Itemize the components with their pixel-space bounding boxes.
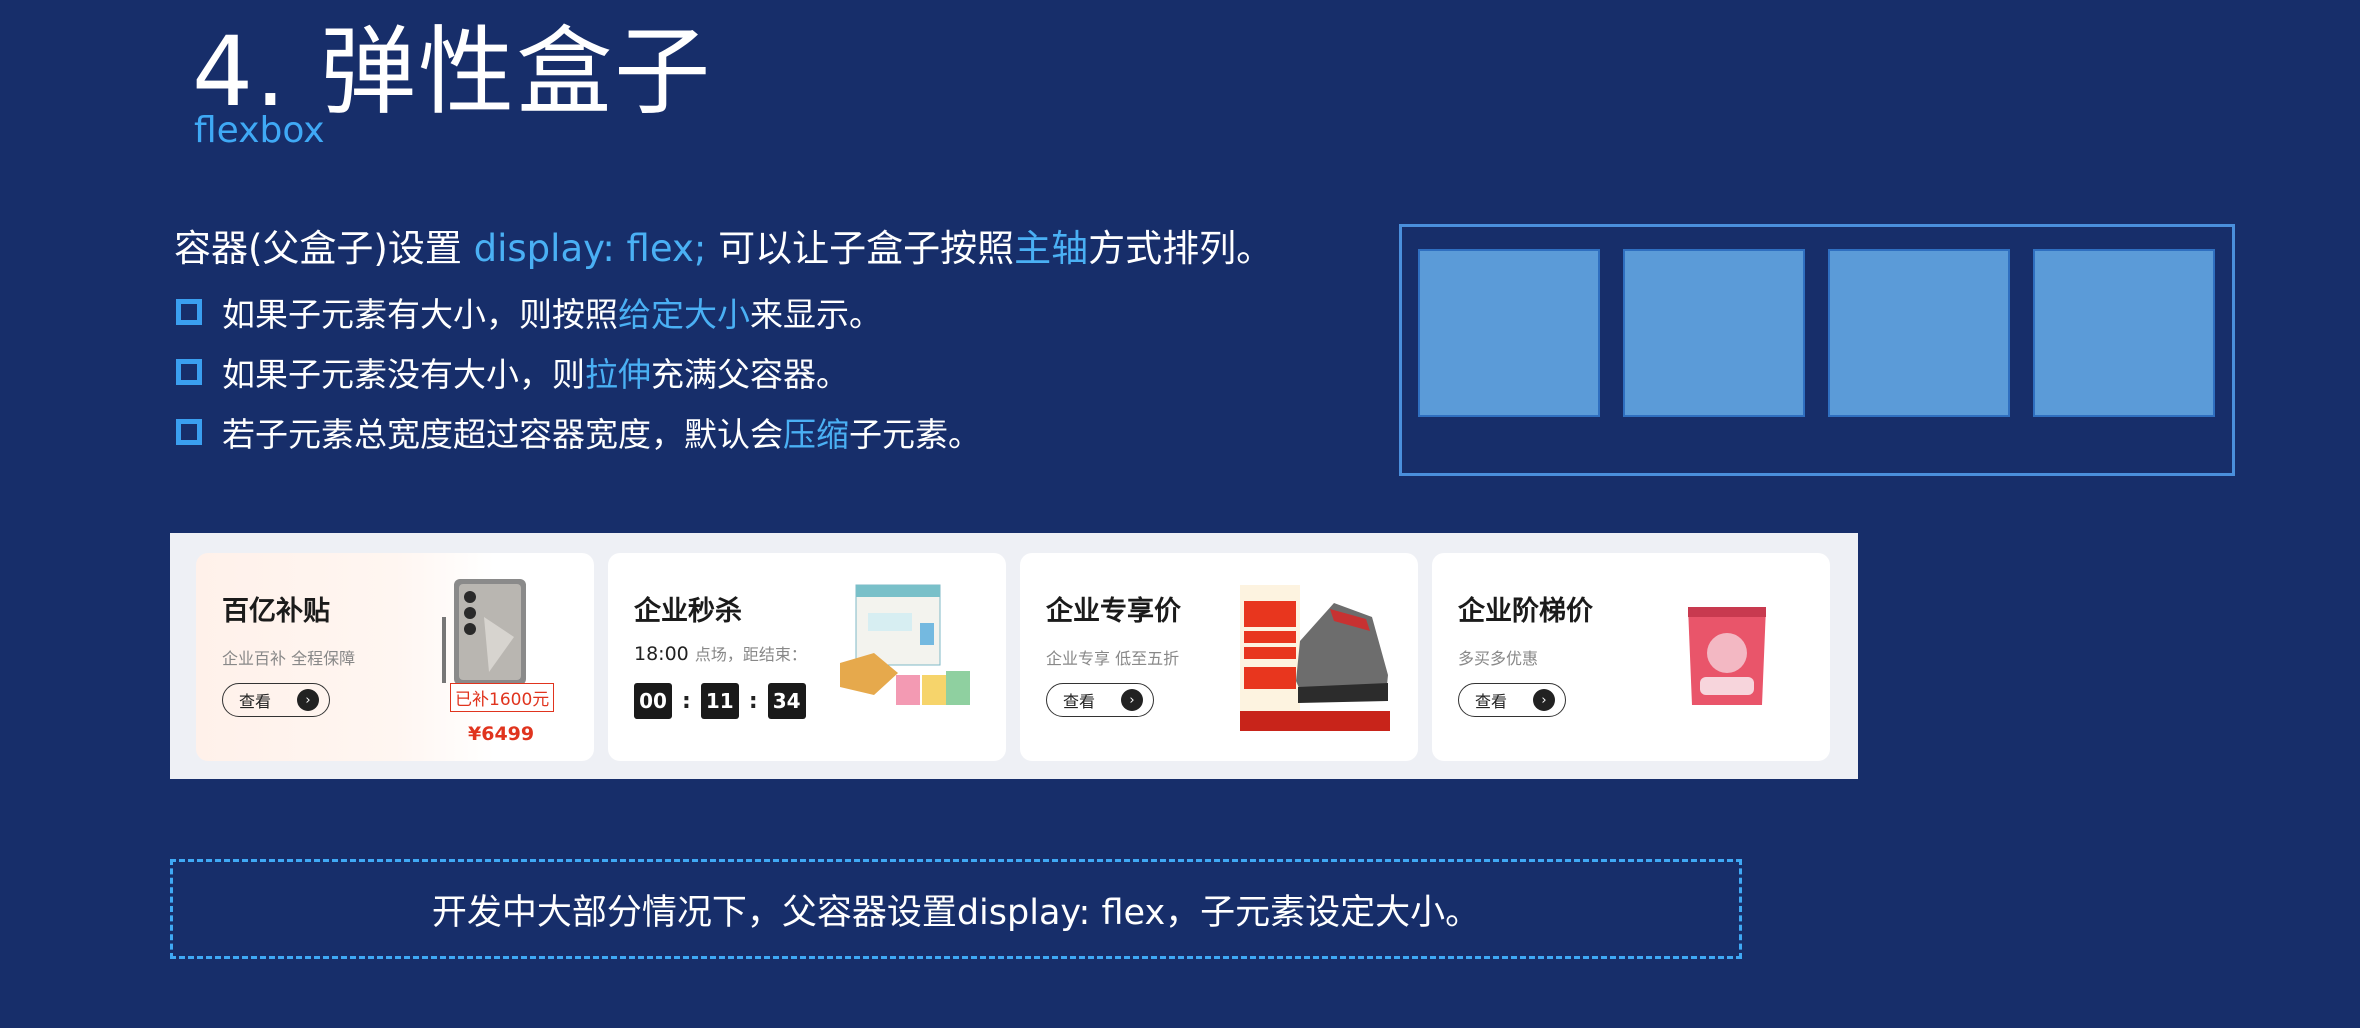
subsidy-tag: 已补1600元: [450, 683, 555, 712]
square-bullet-icon: [176, 299, 202, 325]
view-button[interactable]: 查看 ›: [222, 683, 330, 717]
bullet-after: 来显示。: [750, 295, 882, 334]
bullet-after: 充满父容器。: [651, 355, 849, 394]
view-button-label: 查看: [1063, 692, 1096, 711]
safety-shoe-image: [1240, 585, 1390, 731]
product-card-strip: 百亿补贴 企业百补 全程保障 查看 › 已补1600元 ¥6499 企业秒杀 1…: [170, 533, 1858, 779]
chevron-right-icon: ›: [1121, 689, 1143, 711]
card-subsidy[interactable]: 百亿补贴 企业百补 全程保障 查看 › 已补1600元 ¥6499: [196, 553, 594, 761]
snack-box-image: [840, 584, 970, 705]
bullet-item: 若子元素总宽度超过容器宽度，默认会 压缩 子元素。: [176, 408, 981, 456]
phone-image: [442, 579, 526, 685]
view-button[interactable]: 查看 ›: [1458, 683, 1566, 717]
flex-demo-item: [1418, 249, 1600, 417]
snack-bag-image: [1688, 607, 1766, 705]
view-button-label: 查看: [1475, 692, 1508, 711]
bullet-highlight: 给定大小: [618, 295, 750, 334]
card-subtitle: 企业百补 全程保障: [222, 649, 356, 668]
intro-code: display: flex;: [473, 227, 707, 270]
bullet-before: 如果子元素没有大小，则: [222, 355, 585, 394]
card-flash-sale[interactable]: 企业秒杀 18:00 点场，距结束： 00 : 11 : 34: [608, 553, 1006, 761]
flex-demo-item: [1623, 249, 1805, 417]
timer-hours: 00: [634, 683, 672, 719]
chevron-right-icon: ›: [297, 689, 319, 711]
flex-demo-item: [2033, 249, 2215, 417]
card-title: 企业专享价: [1046, 596, 1181, 627]
intro-part3: 方式排列。: [1088, 227, 1274, 270]
price: ¥6499: [468, 723, 535, 745]
bullet-item: 如果子元素有大小，则按照 给定大小 来显示。: [176, 288, 882, 336]
card-title: 百亿补贴: [222, 596, 330, 627]
card-title: 企业阶梯价: [1458, 596, 1593, 627]
timer-minutes: 11: [700, 683, 739, 719]
intro-highlight: 主轴: [1014, 227, 1089, 270]
card-subtitle: 多买多优惠: [1458, 649, 1539, 668]
bullet-before: 如果子元素有大小，则按照: [222, 295, 618, 334]
slide-subtitle: flexbox: [194, 110, 325, 151]
bullet-highlight: 压缩: [783, 415, 849, 454]
intro-part2: 可以让子盒子按照: [706, 227, 1015, 270]
card-subtitle: 企业专享 低至五折: [1046, 649, 1180, 668]
intro-text: 容器(父盒子)设置 display: flex; 可以让子盒子按照主轴方式排列。: [174, 218, 1273, 272]
flex-demo-item: [1828, 249, 2010, 417]
card-title: 企业秒杀: [634, 596, 742, 627]
bullet-before: 若子元素总宽度超过容器宽度，默认会: [222, 415, 783, 454]
session-time: 18:00 点场，距结束：: [634, 641, 807, 665]
chevron-right-icon: ›: [1533, 689, 1555, 711]
flex-demo-container: [1399, 224, 2235, 476]
intro-part1: 容器(父盒子)设置: [174, 227, 474, 270]
view-button-label: 查看: [239, 692, 272, 711]
bullet-item: 如果子元素没有大小，则 拉伸 充满父容器。: [176, 348, 849, 396]
bullet-highlight: 拉伸: [585, 355, 651, 394]
card-exclusive-price[interactable]: 企业专享价 企业专享 低至五折 查看 ›: [1020, 553, 1418, 761]
square-bullet-icon: [176, 359, 202, 385]
bullet-after: 子元素。: [849, 415, 981, 454]
session-suffix: 点场，距结束：: [694, 645, 807, 664]
session-hour: 18:00: [634, 643, 689, 665]
square-bullet-icon: [176, 419, 202, 445]
view-button[interactable]: 查看 ›: [1046, 683, 1154, 717]
summary-note: 开发中大部分情况下，父容器设置display: flex，子元素设定大小。: [170, 859, 1742, 959]
countdown-timer: 00 : 11 : 34: [634, 683, 806, 719]
timer-seconds: 34: [767, 683, 806, 719]
card-tier-price[interactable]: 企业阶梯价 多买多优惠 查看 ›: [1432, 553, 1830, 761]
